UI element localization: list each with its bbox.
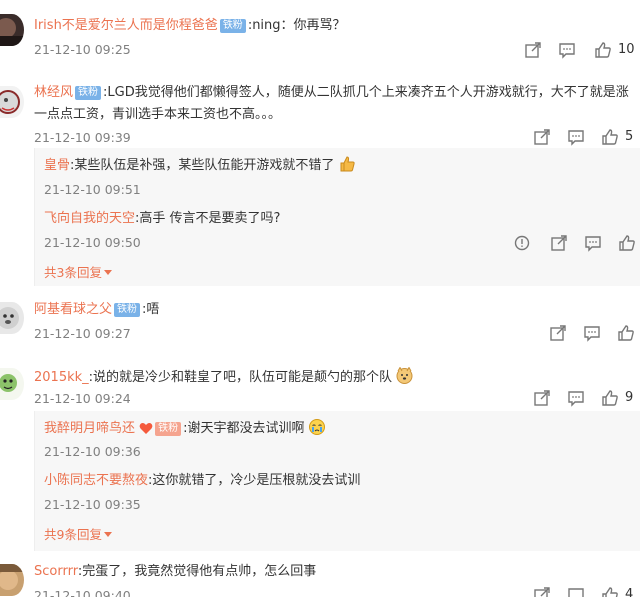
like-icon[interactable] (601, 586, 619, 597)
fan-badge: 铁粉 (114, 303, 141, 317)
fan-badge: 铁粉 (75, 86, 102, 100)
more-replies-label: 共9条回复 (44, 527, 102, 542)
comment-icon[interactable] (584, 234, 602, 252)
reply-username[interactable]: 皇骨 (44, 158, 70, 173)
fan-badge: 铁粉 (155, 422, 182, 436)
more-replies-label: 共3条回复 (44, 265, 102, 280)
comment-username[interactable]: 阿基看球之父 (34, 302, 112, 317)
reply-text: :高手 传言不是要卖了吗? (135, 211, 281, 226)
reply-text: :这你就错了，冷少是压根就没去试训 (148, 473, 361, 488)
share-icon[interactable] (524, 41, 542, 59)
share-icon[interactable] (533, 586, 551, 597)
fan-badge: 铁粉 (219, 19, 246, 33)
comment-username[interactable]: Scorrrr (34, 564, 78, 579)
reply-username[interactable]: 我醉明月啼鸟还 (44, 421, 135, 436)
comment-text-continued: 一点点工资，青训选手本来工资也不高。。。 (34, 107, 282, 122)
reply-time: 21-12-10 09:36 (44, 444, 141, 459)
comment-time: 21-12-10 09:39 (34, 130, 131, 145)
like-icon[interactable] (601, 128, 619, 146)
share-icon[interactable] (533, 389, 551, 407)
like-icon[interactable] (594, 41, 612, 59)
share-icon[interactable] (549, 324, 567, 342)
comment-actions: 9 (533, 389, 640, 407)
reply-text: :某些队伍是补强，某些队伍能开游戏就不错了 (70, 158, 335, 173)
reply-username[interactable]: 小陈同志不要熬夜 (44, 473, 148, 488)
comment-text: :唔 (142, 302, 160, 317)
chevron-down-icon (103, 532, 112, 537)
like-count: 10 (618, 42, 635, 57)
comment-text: :ning：你再骂？ (247, 18, 346, 33)
chevron-down-icon (103, 270, 112, 275)
crying-face-emoji-icon (308, 419, 325, 441)
reply-time: 21-12-10 09:35 (44, 497, 141, 512)
comment-time: 21-12-10 09:25 (34, 42, 131, 57)
share-icon[interactable] (550, 234, 568, 252)
comment-actions: 10 (524, 41, 640, 59)
share-icon[interactable] (533, 128, 551, 146)
comment-actions: 5 (533, 128, 640, 146)
avatar[interactable] (0, 564, 24, 596)
comment-username[interactable]: Irish不是爱尔兰人而是你程爸爸 (34, 18, 218, 33)
comment-icon[interactable] (567, 586, 585, 597)
like-icon[interactable] (617, 324, 635, 342)
comment-icon[interactable] (567, 128, 585, 146)
reply-username[interactable]: 飞向自我的天空 (44, 211, 135, 226)
report-icon[interactable] (514, 234, 532, 252)
reply-text: :谢天宇都没去试训啊 (183, 421, 305, 436)
comment-time: 21-12-10 09:27 (34, 326, 131, 341)
comment-actions: 4 (533, 586, 640, 597)
reply-actions (514, 234, 640, 252)
like-count: 5 (625, 129, 634, 144)
like-count: 4 (625, 587, 634, 597)
comment-text: :说的就是冷少和鞋皇了吧，队伍可能是颠勺的那个队 (88, 370, 393, 385)
doge-emoji-icon (396, 366, 413, 390)
comment-username[interactable]: 2015kk_ (34, 370, 89, 385)
heart-badge-icon (139, 422, 153, 441)
like-icon[interactable] (618, 234, 636, 252)
more-replies-link[interactable]: 共9条回复 (44, 527, 112, 543)
like-count: 9 (625, 390, 634, 405)
comment-icon[interactable] (558, 41, 576, 59)
comment-time: 21-12-10 09:24 (34, 391, 131, 406)
avatar[interactable] (0, 302, 24, 334)
more-replies-link[interactable]: 共3条回复 (44, 265, 112, 281)
comment-actions (549, 324, 640, 342)
avatar[interactable] (0, 86, 24, 118)
reply-time: 21-12-10 09:51 (44, 182, 141, 197)
reply-time: 21-12-10 09:50 (44, 235, 141, 250)
avatar[interactable] (0, 368, 24, 400)
comment-text: :完蛋了，我竟然觉得他有点帅，怎么回事 (77, 564, 317, 579)
avatar[interactable] (0, 14, 24, 46)
comment-username[interactable]: 林经风 (34, 85, 73, 100)
comment-icon[interactable] (567, 389, 585, 407)
comment-icon[interactable] (583, 324, 601, 342)
like-icon[interactable] (601, 389, 619, 407)
comment-text: :LGD我觉得他们都懒得签人，随便从二队抓几个上来凑齐五个人开游戏就行，大不了就… (103, 85, 629, 100)
comment-time: 21-12-10 09:40 (34, 588, 131, 597)
thumbs-up-emoji-icon (339, 156, 355, 178)
